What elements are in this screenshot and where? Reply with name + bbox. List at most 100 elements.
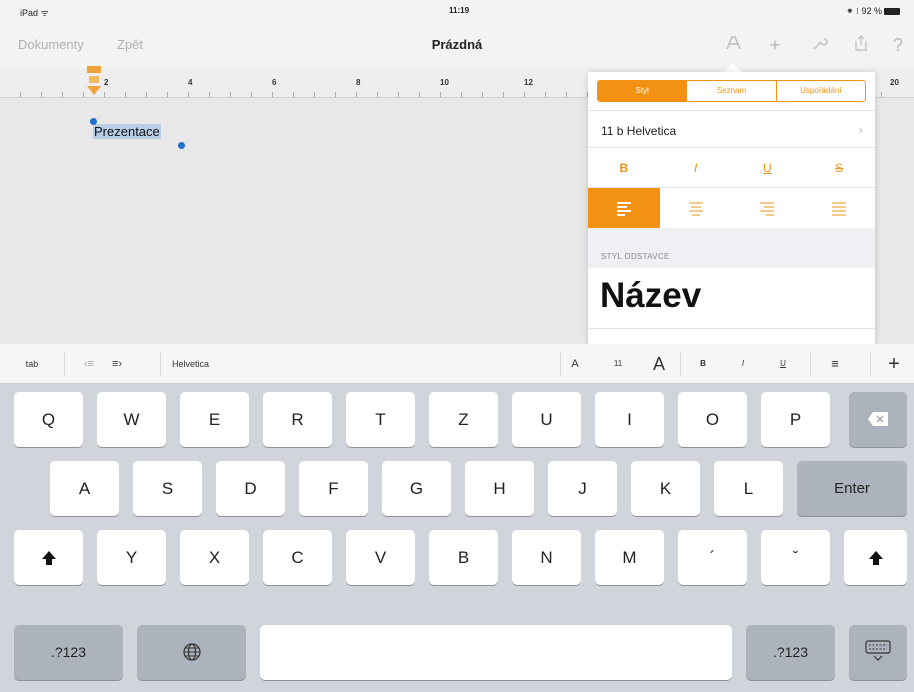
shortcut-underline-button[interactable]: U <box>776 344 790 384</box>
shortcut-align-icon[interactable]: ≡ <box>822 344 848 384</box>
ruler-label: 20 <box>890 78 899 87</box>
italic-button[interactable]: I <box>660 148 732 187</box>
help-icon[interactable]: ? <box>888 34 908 56</box>
key-w[interactable]: W <box>97 392 166 447</box>
key-acute[interactable]: ´ <box>678 530 747 585</box>
key-g[interactable]: G <box>382 461 451 516</box>
key-c[interactable]: C <box>263 530 332 585</box>
shift-left-key[interactable] <box>14 530 83 585</box>
divider <box>160 352 161 376</box>
wrench-icon[interactable] <box>808 34 830 56</box>
ruler-tick <box>356 92 357 97</box>
key-p[interactable]: P <box>761 392 830 447</box>
outdent-icon[interactable]: ‹≡ <box>76 344 102 384</box>
backspace-key[interactable] <box>849 392 907 447</box>
share-icon[interactable] <box>850 34 872 56</box>
char-style-row: B I U S <box>588 148 875 188</box>
paragraph-style-header-label: STYL ODSTAVCE <box>601 252 670 261</box>
key-e[interactable]: E <box>180 392 249 447</box>
ruler-tick <box>419 92 420 97</box>
ruler-label: 8 <box>356 78 361 87</box>
battery-label: ⁕ ⁝ 92 % <box>846 6 882 16</box>
key-t[interactable]: T <box>346 392 415 447</box>
ruler-tick <box>881 92 882 97</box>
key-h[interactable]: H <box>465 461 534 516</box>
key-r[interactable]: R <box>263 392 332 447</box>
add-icon[interactable]: + <box>764 34 786 56</box>
increase-font-button[interactable]: A <box>648 344 670 384</box>
ruler-label: 2 <box>104 78 109 87</box>
alignment-row <box>588 188 875 228</box>
strikethrough-button[interactable]: S <box>803 148 875 187</box>
key-f[interactable]: F <box>299 461 368 516</box>
bold-button[interactable]: B <box>588 148 660 187</box>
clock: 11:19 <box>449 6 470 15</box>
key-caron[interactable]: ˇ <box>761 530 830 585</box>
align-center-button[interactable] <box>660 188 732 228</box>
numbers-right-key[interactable]: .?123 <box>746 625 835 680</box>
key-v[interactable]: V <box>346 530 415 585</box>
space-key[interactable] <box>260 625 732 680</box>
ruler-tick <box>146 92 147 97</box>
align-right-icon <box>760 202 775 218</box>
key-a[interactable]: A <box>50 461 119 516</box>
key-x[interactable]: X <box>180 530 249 585</box>
shift-icon <box>41 551 56 565</box>
key-k[interactable]: K <box>631 461 700 516</box>
key-y[interactable]: Y <box>97 530 166 585</box>
key-b[interactable]: B <box>429 530 498 585</box>
ruler-tick <box>251 92 252 97</box>
ruler-label: 6 <box>272 78 277 87</box>
font-size-label[interactable]: 11 <box>610 344 626 384</box>
tab-arrange[interactable]: Uspořádání <box>775 81 865 101</box>
paragraph-style-title[interactable]: Název <box>600 276 701 316</box>
key-i[interactable]: I <box>595 392 664 447</box>
ruler-tick <box>524 92 525 97</box>
key-d[interactable]: D <box>216 461 285 516</box>
key-l[interactable]: L <box>714 461 783 516</box>
selection-start-handle[interactable] <box>90 118 97 125</box>
key-o[interactable]: O <box>678 392 747 447</box>
ruler-tick <box>125 92 126 97</box>
ruler-tick <box>398 92 399 97</box>
shortcut-bold-button[interactable]: B <box>696 344 710 384</box>
popover-arrow <box>724 63 742 72</box>
ruler-tick <box>545 92 546 97</box>
keyboard: Q W E R T Z U I O P A S D F G H J K L En… <box>0 384 914 692</box>
numbers-left-key[interactable]: .?123 <box>14 625 123 680</box>
indent-marker-icon[interactable] <box>86 66 102 96</box>
hide-keyboard-key[interactable] <box>849 625 907 680</box>
key-s[interactable]: S <box>133 461 202 516</box>
font-name-button[interactable]: Helvetica <box>172 344 232 384</box>
tab-key[interactable]: tab <box>20 344 44 384</box>
key-u[interactable]: U <box>512 392 581 447</box>
ruler-tick <box>104 92 105 97</box>
tab-style[interactable]: Styl <box>598 81 687 101</box>
key-n[interactable]: N <box>512 530 581 585</box>
tab-list[interactable]: Seznam <box>686 81 775 101</box>
ruler-tick <box>83 92 84 97</box>
ruler-tick <box>41 92 42 97</box>
align-justify-button[interactable] <box>803 188 875 228</box>
indent-icon[interactable]: ≡› <box>104 344 130 384</box>
key-z[interactable]: Z <box>429 392 498 447</box>
decrease-font-button[interactable]: A <box>566 344 584 384</box>
key-m[interactable]: M <box>595 530 664 585</box>
underline-button[interactable]: U <box>732 148 804 187</box>
selection-end-handle[interactable] <box>178 142 185 149</box>
font-selector[interactable]: 11 b Helvetica › <box>588 110 875 148</box>
align-right-button[interactable] <box>732 188 804 228</box>
globe-key[interactable] <box>137 625 246 680</box>
insert-plus-button[interactable]: + <box>882 344 906 384</box>
shift-right-key[interactable] <box>844 530 907 585</box>
format-brush-icon[interactable] <box>722 34 744 56</box>
format-popover: Styl Seznam Uspořádání 11 b Helvetica › … <box>588 72 875 344</box>
selected-text[interactable]: Prezentace <box>93 124 161 139</box>
key-j[interactable]: J <box>548 461 617 516</box>
chevron-right-icon: › <box>858 122 863 137</box>
enter-key[interactable]: Enter <box>797 461 907 516</box>
ruler-tick <box>503 92 504 97</box>
key-q[interactable]: Q <box>14 392 83 447</box>
align-left-button[interactable] <box>588 188 660 228</box>
shortcut-italic-button[interactable]: I <box>736 344 750 384</box>
